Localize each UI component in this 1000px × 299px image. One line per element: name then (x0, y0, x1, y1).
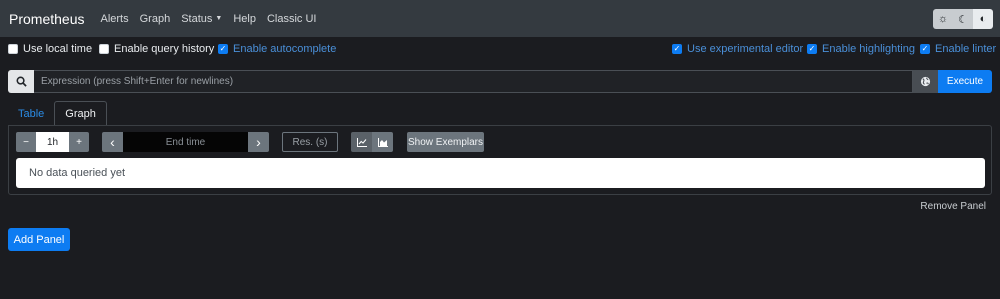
range-decrease-button[interactable]: − (16, 132, 36, 152)
stacked-chart-icon[interactable] (372, 132, 393, 152)
options-bar: Use local time Enable query history ✓ En… (0, 43, 1000, 61)
enable-linter-option[interactable]: ✓ Enable linter (920, 43, 996, 55)
execute-button[interactable]: Execute (938, 70, 992, 93)
nav-alerts[interactable]: Alerts (100, 13, 128, 25)
enable-linter-label: Enable linter (935, 43, 997, 55)
enable-query-history-option[interactable]: Enable query history (99, 43, 214, 55)
use-local-time-option[interactable]: Use local time (8, 43, 92, 55)
nav-status-label: Status (181, 12, 213, 25)
graph-panel: − 1h + ‹ End time › Res. (s) Show Exempl… (8, 125, 992, 195)
use-experimental-editor-label: Use experimental editor (687, 43, 804, 55)
enable-autocomplete-option[interactable]: ✓ Enable autocomplete (218, 43, 336, 55)
graph-controls: − 1h + ‹ End time › Res. (s) Show Exempl… (16, 132, 986, 152)
enable-highlighting-option[interactable]: ✓ Enable highlighting (807, 43, 915, 55)
enable-highlighting-checkbox[interactable]: ✓ (807, 44, 817, 54)
panel-tabs: Table Graph (8, 101, 107, 126)
navbar: Prometheus Alerts Graph Status ▼ Help Cl… (0, 0, 1000, 37)
end-time-next-button[interactable]: › (248, 132, 269, 152)
caret-down-icon: ▼ (215, 15, 223, 22)
enable-highlighting-label: Enable highlighting (822, 43, 915, 55)
remove-panel-link[interactable]: Remove Panel (920, 201, 986, 212)
use-experimental-editor-option[interactable]: ✓ Use experimental editor (672, 43, 803, 55)
expression-input[interactable]: Expression (press Shift+Enter for newlin… (34, 70, 913, 93)
range-increase-button[interactable]: + (69, 132, 89, 152)
enable-autocomplete-label: Enable autocomplete (233, 43, 337, 55)
nav-classic-ui[interactable]: Classic UI (267, 13, 317, 25)
search-icon (8, 70, 34, 93)
enable-query-history-label: Enable query history (114, 43, 215, 55)
moon-icon[interactable]: ☾ (953, 9, 973, 29)
query-bar: Expression (press Shift+Enter for newlin… (8, 70, 992, 93)
theme-toggle-group: ☼ ☾ ◐ (933, 9, 993, 29)
enable-query-history-checkbox[interactable] (99, 44, 109, 54)
metrics-explorer-globe-icon[interactable] (913, 70, 938, 93)
show-exemplars-button[interactable]: Show Exemplars (407, 132, 484, 152)
use-local-time-checkbox[interactable] (8, 44, 18, 54)
use-local-time-label: Use local time (23, 43, 93, 55)
add-panel-button[interactable]: Add Panel (8, 228, 70, 251)
use-experimental-editor-checkbox[interactable]: ✓ (672, 44, 682, 54)
tab-graph[interactable]: Graph (54, 101, 107, 126)
sun-icon[interactable]: ☼ (933, 9, 953, 29)
end-time-input[interactable]: End time (123, 132, 248, 152)
enable-linter-checkbox[interactable]: ✓ (920, 44, 930, 54)
brand-logo[interactable]: Prometheus (9, 11, 84, 27)
enable-autocomplete-checkbox[interactable]: ✓ (218, 44, 228, 54)
no-data-message: No data queried yet (16, 158, 985, 188)
resolution-input[interactable]: Res. (s) (282, 132, 338, 152)
nav-graph[interactable]: Graph (140, 13, 171, 25)
line-chart-icon[interactable] (351, 132, 372, 152)
range-input[interactable]: 1h (36, 132, 69, 152)
nav-status-dropdown[interactable]: Status ▼ (181, 13, 222, 25)
half-circle-icon[interactable]: ◐ (973, 9, 993, 29)
nav-help[interactable]: Help (233, 13, 256, 25)
tab-table[interactable]: Table (8, 101, 54, 126)
end-time-prev-button[interactable]: ‹ (102, 132, 123, 152)
